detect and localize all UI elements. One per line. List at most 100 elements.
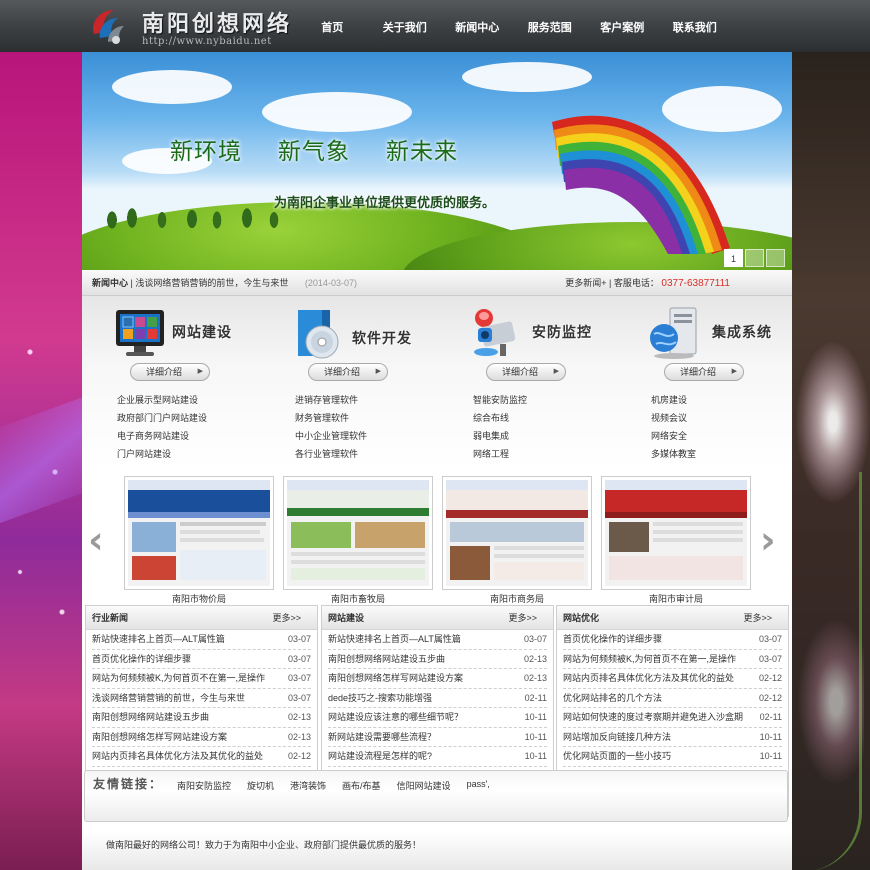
list-item[interactable]: 网站为何频频被K,为何首页不在第一,是操作 03-07: [92, 669, 311, 689]
item-title[interactable]: 优化网站排名的几个方法: [563, 689, 662, 708]
friend-link[interactable]: 信阳网站建设: [397, 779, 451, 792]
item-title[interactable]: 网站建设流程是怎样的呢?: [328, 747, 432, 766]
slide-dot-2[interactable]: [745, 249, 764, 267]
service-link[interactable]: 中小企业管理软件: [295, 430, 367, 448]
service-security-title[interactable]: 安防监控: [532, 322, 592, 342]
case-thumbnail[interactable]: [124, 476, 274, 590]
item-title[interactable]: 新站快速排名上首页—ALT属性篇: [328, 630, 461, 649]
slide-dot-3[interactable]: [766, 249, 785, 267]
friend-link[interactable]: 港湾装饰: [290, 779, 326, 792]
item-title[interactable]: 浅谈网络营销营销的前世，今生与来世: [92, 689, 245, 708]
chevron-right-icon[interactable]: ›: [760, 518, 776, 562]
item-title[interactable]: dede技巧之-搜索功能增强: [328, 689, 432, 708]
item-title[interactable]: 南阳创想网络怎样写网站建设方案: [328, 669, 463, 688]
arrow-right-icon: ▶: [375, 368, 381, 375]
news-ticker-headline[interactable]: 浅谈网络营销营销的前世，今生与来世: [135, 278, 288, 288]
list-item[interactable]: 网站内页排名具体优化方法及其优化的益处 02-12: [92, 747, 311, 767]
item-title[interactable]: 南阳创想网络网站建设五步曲: [328, 650, 445, 669]
list-item[interactable]: 南阳创想网络网站建设五步曲 02-13: [92, 708, 311, 728]
list-item[interactable]: 南阳创想网络怎样写网站建设方案 02-13: [92, 728, 311, 747]
chevron-left-icon[interactable]: ‹: [88, 518, 104, 562]
item-title[interactable]: 网站为何频频被K,为何首页不在第一,是操作: [92, 669, 265, 688]
case-thumbnail[interactable]: [283, 476, 433, 590]
service-link[interactable]: 多媒体教室: [651, 448, 696, 466]
nav-contact[interactable]: 联系我们: [659, 0, 732, 52]
service-link[interactable]: 智能安防监控: [473, 394, 527, 412]
item-title[interactable]: 网站建设应该注意的哪些细节呢？: [328, 708, 463, 727]
friend-link[interactable]: 画布/布基: [342, 779, 381, 792]
nav-news[interactable]: 新闻中心: [441, 0, 514, 52]
service-link[interactable]: 视频会议: [651, 412, 696, 430]
case-name[interactable]: 南阳市商务局: [442, 592, 592, 605]
nav-home[interactable]: 首页: [296, 0, 369, 52]
service-integration-title[interactable]: 集成系统: [712, 322, 772, 342]
service-link[interactable]: 进销存管理软件: [295, 394, 367, 412]
service-web-detail-button[interactable]: 详细介绍 ▶: [130, 363, 210, 381]
nav-cases[interactable]: 客户案例: [586, 0, 659, 52]
column-more-link[interactable]: 更多>>: [743, 606, 772, 630]
list-item[interactable]: 新站快速排名上首页—ALT属性篇 03-07: [92, 630, 311, 650]
nav-services[interactable]: 服务范围: [514, 0, 587, 52]
case-name[interactable]: 南阳市畜牧局: [283, 592, 433, 605]
item-title[interactable]: 新站快速排名上首页—ALT属性篇: [92, 630, 225, 649]
item-title[interactable]: 南阳创想网络网站建设五步曲: [92, 708, 209, 727]
friend-link[interactable]: 南阳安防监控: [177, 779, 231, 792]
list-item[interactable]: 网站增加反向链接几种方法 10-11: [563, 728, 782, 747]
case-thumbnail[interactable]: [601, 476, 751, 590]
case-name[interactable]: 南阳市物价局: [124, 592, 274, 605]
column-more-link[interactable]: 更多>>: [508, 606, 537, 630]
list-item[interactable]: 新网站建设需要哪些流程？ 10-11: [328, 728, 547, 747]
service-link[interactable]: 网络工程: [473, 448, 527, 466]
service-link[interactable]: 财务管理软件: [295, 412, 367, 430]
item-title[interactable]: 优化网站页面的一些小技巧: [563, 747, 671, 766]
service-software-detail-button[interactable]: 详细介绍 ▶: [308, 363, 388, 381]
item-title[interactable]: 首页优化操作的详细步骤: [92, 650, 191, 669]
item-title[interactable]: 网站内页排名具体优化方法及其优化的益处: [92, 747, 263, 766]
more-news-link[interactable]: 更多新闻+: [565, 278, 606, 288]
item-title[interactable]: 网站增加反向链接几种方法: [563, 728, 671, 747]
list-item[interactable]: 优化网站页面的一些小技巧 10-11: [563, 747, 782, 767]
service-software-title[interactable]: 软件开发: [352, 328, 412, 348]
service-link[interactable]: 政府部门门户网站建设: [117, 412, 207, 430]
list-item[interactable]: 新站快速排名上首页—ALT属性篇 03-07: [328, 630, 547, 650]
list-item[interactable]: 南阳创想网络网站建设五步曲 02-13: [328, 650, 547, 669]
list-item[interactable]: 首页优化操作的详细步骤 03-07: [92, 650, 311, 669]
item-title[interactable]: 网站为何频频被K,为何首页不在第一,是操作: [563, 650, 736, 669]
list-item[interactable]: 网站建设应该注意的哪些细节呢？ 10-11: [328, 708, 547, 728]
case-thumbnail[interactable]: [442, 476, 592, 590]
service-link[interactable]: 综合布线: [473, 412, 527, 430]
item-title[interactable]: 网站内页排名具体优化方法及其优化的益处: [563, 669, 734, 688]
logo-title[interactable]: 南阳创想网络: [142, 6, 292, 38]
item-title[interactable]: 南阳创想网络怎样写网站建设方案: [92, 728, 227, 747]
service-link[interactable]: 电子商务网站建设: [117, 430, 207, 448]
nav-about[interactable]: 关于我们: [369, 0, 442, 52]
list-item[interactable]: 网站如何快速的度过考察期并避免进入沙盒期 02-11: [563, 708, 782, 728]
service-security-detail-button[interactable]: 详细介绍 ▶: [486, 363, 566, 381]
friend-link[interactable]: pass',: [467, 779, 490, 792]
service-integration-detail-button[interactable]: 详细介绍 ▶: [664, 363, 744, 381]
service-link[interactable]: 各行业管理软件: [295, 448, 367, 466]
service-link[interactable]: 企业展示型网站建设: [117, 394, 207, 412]
case-name[interactable]: 南阳市审计局: [601, 592, 751, 605]
list-item[interactable]: 首页优化操作的详细步骤 03-07: [563, 630, 782, 650]
column-more-link[interactable]: 更多>>: [272, 606, 301, 630]
list-item[interactable]: 网站为何频频被K,为何首页不在第一,是操作 03-07: [563, 650, 782, 669]
item-title[interactable]: 网站如何快速的度过考察期并避免进入沙盒期: [563, 708, 743, 727]
friend-link[interactable]: 旋切机: [247, 779, 274, 792]
service-link[interactable]: 网络安全: [651, 430, 696, 448]
service-integration-links: 机房建设 视频会议 网络安全 多媒体教室: [651, 394, 696, 466]
list-item[interactable]: 网站内页排名具体优化方法及其优化的益处 02-12: [563, 669, 782, 689]
item-title[interactable]: 新网站建设需要哪些流程？: [328, 728, 436, 747]
service-link[interactable]: 弱电集成: [473, 430, 527, 448]
list-item[interactable]: 优化网站排名的几个方法 02-12: [563, 689, 782, 708]
logo-icon[interactable]: [86, 4, 132, 48]
list-item[interactable]: 南阳创想网络怎样写网站建设方案 02-13: [328, 669, 547, 689]
service-link[interactable]: 门户网站建设: [117, 448, 207, 466]
slide-dot-1[interactable]: 1: [724, 249, 743, 267]
item-title[interactable]: 首页优化操作的详细步骤: [563, 630, 662, 649]
service-web-title[interactable]: 网站建设: [172, 322, 232, 342]
service-link[interactable]: 机房建设: [651, 394, 696, 412]
list-item[interactable]: 网站建设流程是怎样的呢? 10-11: [328, 747, 547, 767]
list-item[interactable]: 浅谈网络营销营销的前世，今生与来世 03-07: [92, 689, 311, 708]
list-item[interactable]: dede技巧之-搜索功能增强 02-11: [328, 689, 547, 708]
